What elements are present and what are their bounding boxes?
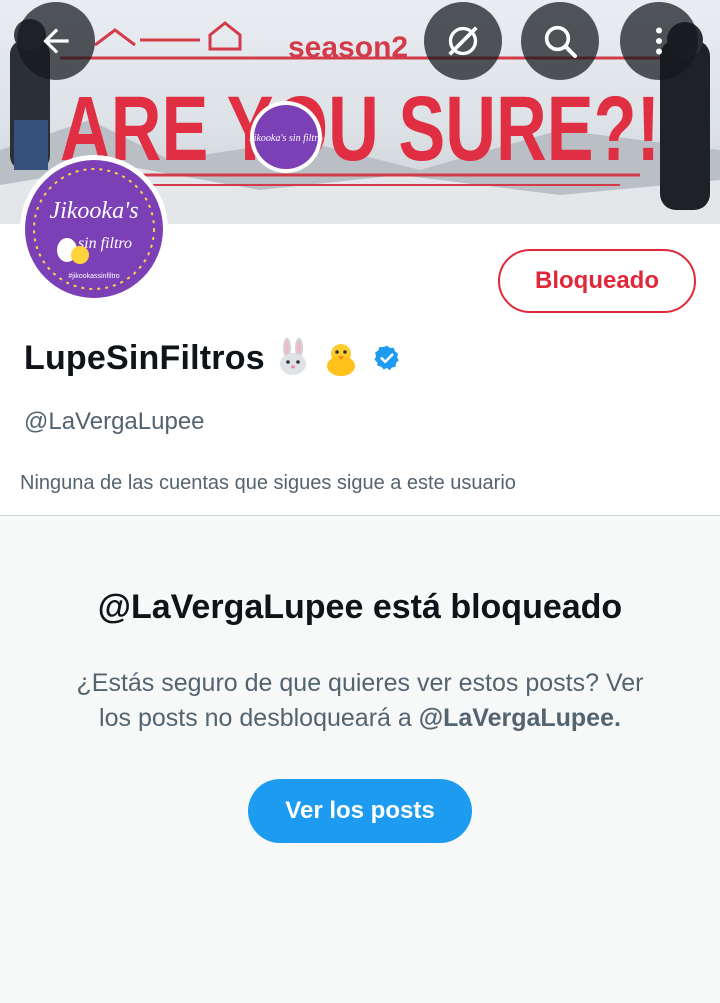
avatar-image: Jikooka's sin filtro #jikookassinfiltro bbox=[25, 160, 163, 298]
back-button[interactable] bbox=[17, 2, 95, 80]
chick-emoji-icon bbox=[326, 344, 355, 376]
blocked-notice-description: ¿Estás seguro de que quieres ver estos p… bbox=[60, 666, 660, 736]
display-name: LupeSinFiltros bbox=[24, 338, 265, 377]
followers-you-know-note: Ninguna de las cuentas que sigues sigue … bbox=[20, 472, 516, 494]
grok-icon bbox=[448, 26, 478, 56]
avatar[interactable]: Jikooka's sin filtro #jikookassinfiltro bbox=[20, 155, 168, 303]
view-posts-button[interactable]: Ver los posts bbox=[248, 779, 472, 843]
search-icon bbox=[544, 25, 577, 58]
grok-button[interactable] bbox=[424, 2, 502, 80]
banner-badge-text: Jikooka's sin filtro bbox=[249, 133, 322, 144]
verified-badge-icon bbox=[374, 345, 399, 371]
profile-handle: @LaVergaLupee bbox=[24, 408, 205, 435]
banner-headline: ARE YOU SURE?! bbox=[60, 78, 660, 180]
rabbit-emoji-icon bbox=[279, 338, 306, 375]
blocked-notice-handle: @LaVergaLupee. bbox=[418, 704, 621, 732]
more-options-button[interactable] bbox=[620, 2, 698, 80]
avatar-hashtag: #jikookassinfiltro bbox=[68, 273, 119, 280]
blocked-button[interactable]: Bloqueado bbox=[498, 249, 696, 313]
search-button[interactable] bbox=[521, 2, 599, 80]
blocked-notice-title: @LaVergaLupee está bloqueado bbox=[97, 588, 623, 626]
profile-name-row: LupeSinFiltros bbox=[24, 333, 401, 383]
banner-season-text: season2 bbox=[288, 31, 408, 64]
avatar-title: Jikooka's bbox=[49, 198, 138, 224]
more-vertical-icon bbox=[656, 27, 662, 55]
arrow-left-icon bbox=[43, 28, 69, 54]
